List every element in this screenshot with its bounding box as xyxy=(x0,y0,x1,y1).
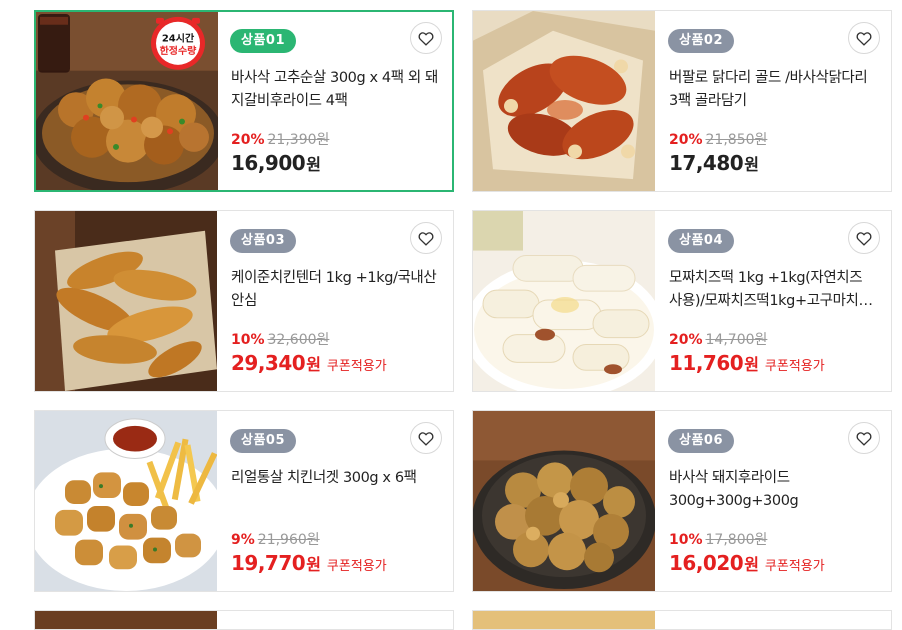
sale-price: 19,770 xyxy=(231,551,306,575)
sale-price: 16,020 xyxy=(669,551,744,575)
product-card-06[interactable]: 상품06 바사삭 돼지후라이드 300g+300g+300g 10% 17,800… xyxy=(472,410,892,592)
product-card-08-partial[interactable] xyxy=(472,610,892,630)
sale-price: 29,340 xyxy=(231,351,306,375)
price-box: 20% 14,700원 11,760원 쿠폰적용가 xyxy=(669,331,825,375)
product-number-badge: 상품04 xyxy=(668,229,735,253)
wishlist-button[interactable] xyxy=(848,222,880,254)
product-card-01[interactable]: 24시간 한정수량 상품01 바사삭 고추순살 300g x 4팩 외 돼지갈비… xyxy=(34,10,454,192)
sticker-text-limited: 한정수량 xyxy=(160,44,197,57)
price-box: 20% 21,390원 16,900원 xyxy=(231,131,329,175)
product-image-01[interactable]: 24시간 한정수량 xyxy=(36,12,218,190)
discount-rate: 10% xyxy=(231,332,265,348)
wishlist-button[interactable] xyxy=(410,222,442,254)
wishlist-button[interactable] xyxy=(410,422,442,454)
product-number-badge: 상품03 xyxy=(230,229,297,253)
product-number-badge: 상품01 xyxy=(230,29,297,53)
product-card-05[interactable]: 상품05 리얼통살 치킨너겟 300g x 6팩 9% 21,960원 19,77… xyxy=(34,410,454,592)
price-box: 9% 21,960원 19,770원 쿠폰적용가 xyxy=(231,531,387,575)
currency-unit: 원 xyxy=(744,155,759,174)
product-image-03[interactable] xyxy=(35,211,217,391)
price-box: 20% 21,850원 17,480원 xyxy=(669,131,767,175)
sale-price: 11,760 xyxy=(669,351,744,375)
product-image-07[interactable] xyxy=(35,611,217,629)
product-image-05[interactable] xyxy=(35,411,217,591)
product-card-02[interactable]: 상품02 버팔로 닭다리 골드 /바사삭닭다리 3팩 골라담기 20% 21,85… xyxy=(472,10,892,192)
product-image-04[interactable] xyxy=(473,211,655,391)
original-price: 21,850원 xyxy=(705,132,768,148)
currency-unit: 원 xyxy=(306,555,321,574)
product-number-badge: 상품05 xyxy=(230,429,297,453)
heart-outline-icon xyxy=(418,231,434,246)
product-name[interactable]: 모짜치즈떡 1kg +1kg(자연치즈 사용)/모짜치즈떡1kg+고구마치즈떡1… xyxy=(669,267,877,313)
product-card-07-partial[interactable] xyxy=(34,610,454,630)
coupon-price-label: 쿠폰적용가 xyxy=(764,359,825,374)
wishlist-button[interactable] xyxy=(848,422,880,454)
coupon-price-label: 쿠폰적용가 xyxy=(764,559,825,574)
sale-price: 17,480 xyxy=(669,151,744,175)
product-image-02[interactable] xyxy=(473,11,655,191)
product-number-badge: 상품06 xyxy=(668,429,735,453)
wishlist-button[interactable] xyxy=(410,22,442,54)
product-card-03[interactable]: 상품03 케이준치킨텐더 1kg +1kg/국내산 안심 10% 32,600원 … xyxy=(34,210,454,392)
product-number-badge: 상품02 xyxy=(668,29,735,53)
heart-outline-icon xyxy=(418,31,434,46)
currency-unit: 원 xyxy=(744,555,759,574)
original-price: 32,600원 xyxy=(267,332,330,348)
product-name[interactable]: 케이준치킨텐더 1kg +1kg/국내산 안심 xyxy=(231,267,439,313)
product-name[interactable]: 리얼통살 치킨너겟 300g x 6팩 xyxy=(231,467,439,490)
original-price: 21,390원 xyxy=(267,132,330,148)
discount-rate: 20% xyxy=(669,332,703,348)
product-name[interactable]: 버팔로 닭다리 골드 /바사삭닭다리 3팩 골라담기 xyxy=(669,67,877,113)
currency-unit: 원 xyxy=(306,355,321,374)
original-price: 21,960원 xyxy=(257,532,320,548)
original-price: 14,700원 xyxy=(705,332,768,348)
product-name[interactable]: 바사삭 고추순살 300g x 4팩 외 돼지갈비후라이드 4팩 xyxy=(231,67,439,113)
price-box: 10% 32,600원 29,340원 쿠폰적용가 xyxy=(231,331,387,375)
discount-rate: 20% xyxy=(669,132,703,148)
currency-unit: 원 xyxy=(744,355,759,374)
heart-outline-icon xyxy=(856,31,872,46)
product-image-06[interactable] xyxy=(473,411,655,591)
price-box: 10% 17,800원 16,020원 쿠폰적용가 xyxy=(669,531,825,575)
discount-rate: 9% xyxy=(231,532,255,548)
product-grid: 24시간 한정수량 상품01 바사삭 고추순살 300g x 4팩 외 돼지갈비… xyxy=(0,0,902,630)
sticker-text-24h: 24시간 xyxy=(162,31,194,44)
coupon-price-label: 쿠폰적용가 xyxy=(326,559,387,574)
original-price: 17,800원 xyxy=(705,532,768,548)
sale-price: 16,900 xyxy=(231,151,306,175)
discount-rate: 20% xyxy=(231,132,265,148)
wishlist-button[interactable] xyxy=(848,22,880,54)
discount-rate: 10% xyxy=(669,532,703,548)
product-name[interactable]: 바사삭 돼지후라이드 300g+300g+300g xyxy=(669,467,877,513)
coupon-price-label: 쿠폰적용가 xyxy=(326,359,387,374)
heart-outline-icon xyxy=(856,231,872,246)
currency-unit: 원 xyxy=(306,155,321,174)
heart-outline-icon xyxy=(418,431,434,446)
product-card-04[interactable]: 상품04 모짜치즈떡 1kg +1kg(자연치즈 사용)/모짜치즈떡1kg+고구… xyxy=(472,210,892,392)
product-image-08[interactable] xyxy=(473,611,655,629)
heart-outline-icon xyxy=(856,431,872,446)
